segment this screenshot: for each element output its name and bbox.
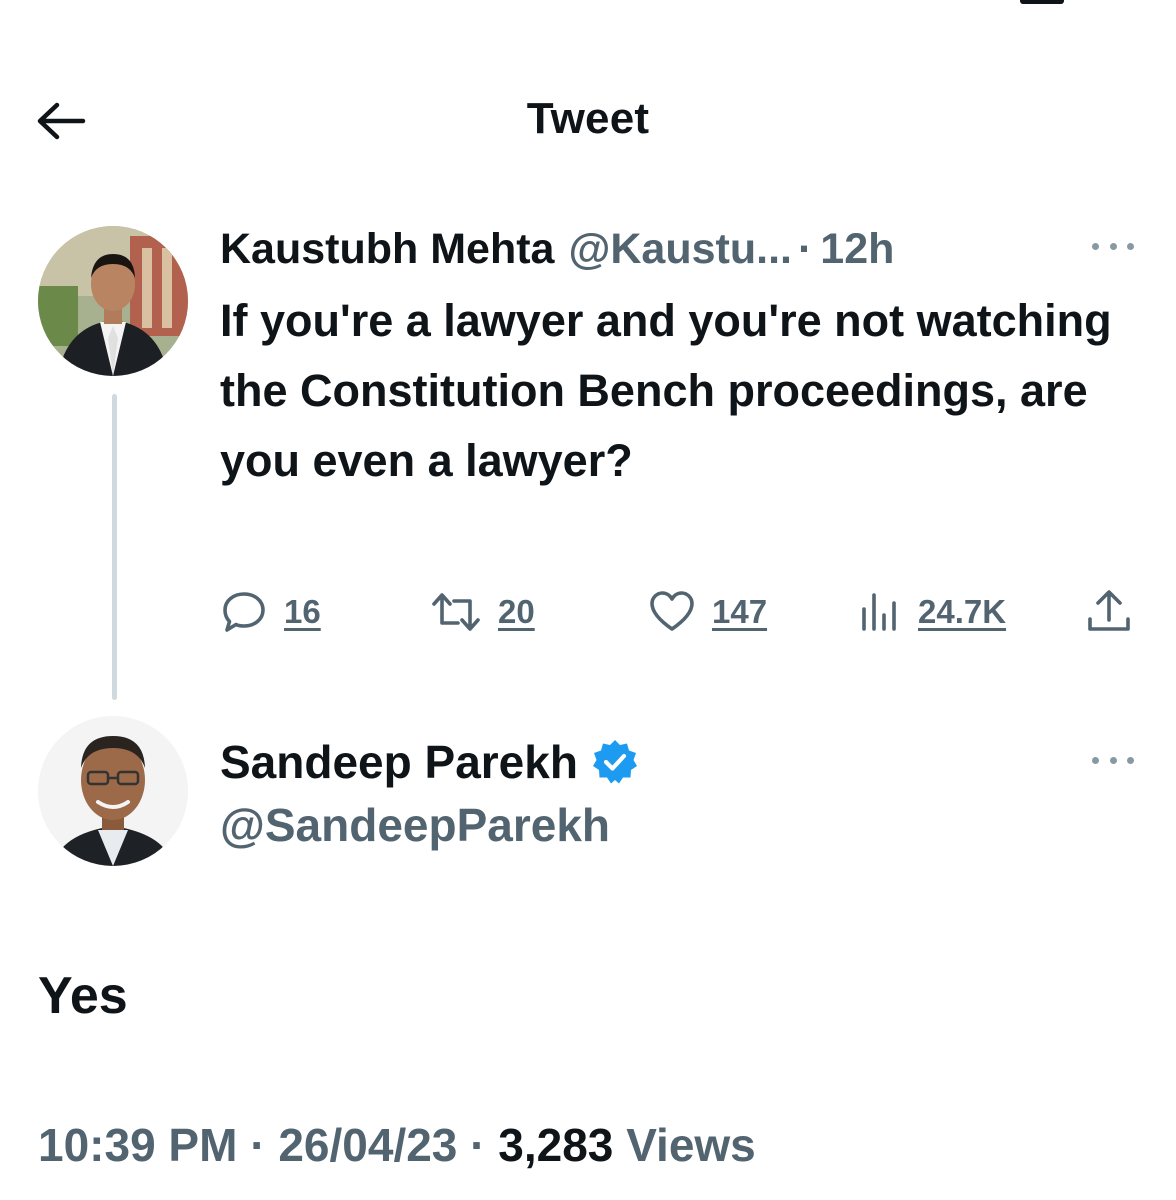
more-options-button[interactable] [1088,750,1138,770]
heart-icon [650,591,694,631]
more-dot-icon [1109,756,1117,764]
views-label: Views [626,1119,756,1171]
page-title: Tweet [526,94,650,143]
separator-dot: · [797,225,813,273]
retweet-icon [432,593,480,631]
like-button[interactable]: 147 [648,586,767,638]
avatar-kaustubh-mehta[interactable] [38,226,188,376]
tweet-timestamp[interactable]: 10:39 PM [38,1119,237,1171]
more-dot-icon [1092,756,1099,764]
profile-photo [38,716,188,866]
share-icon [1088,590,1130,631]
reply-icon [223,592,265,632]
retweet-count[interactable]: 20 [498,593,535,631]
verified-badge-icon [592,740,637,784]
separator-dot: · [470,1119,486,1171]
reply-count[interactable]: 16 [284,593,321,631]
tweet-time[interactable]: 12h [820,222,894,276]
thread-connector-line [112,394,117,700]
status-bar-indicator [1020,0,1064,4]
share-button[interactable] [1084,586,1134,638]
separator-dot: · [250,1119,266,1171]
views-count[interactable]: 3,283 [498,1119,613,1171]
more-dot-icon [1127,242,1134,250]
profile-photo [38,226,188,376]
tweet-detail-screen: Tweet Kaustubh Mehta @Kaustu... · 12h If… [0,0,1176,1200]
more-options-button[interactable] [1088,236,1138,256]
author-name[interactable]: Sandeep Parekh [220,735,578,789]
tweet-date[interactable]: 26/04/23 [278,1119,457,1171]
avatar-sandeep-parekh[interactable] [38,716,188,866]
parent-tweet-header: Kaustubh Mehta @Kaustu... · 12h [220,222,1100,276]
tweet-metadata: 10:39 PM · 26/04/23 · 3,283 Views [38,1118,756,1172]
author-handle[interactable]: @Kaustu... [568,222,792,276]
more-dot-icon [1092,242,1099,250]
like-count[interactable]: 147 [712,593,767,631]
analytics-icon [862,593,896,631]
author-handle[interactable]: @SandeepParekh [220,798,610,852]
more-dot-icon [1109,242,1117,250]
reply-tweet-text: Yes [38,967,128,1025]
retweet-button[interactable]: 20 [430,586,535,638]
reply-author-row: Sandeep Parekh [220,732,640,792]
author-name[interactable]: Kaustubh Mehta [220,222,554,276]
views-button[interactable]: 24.7K [858,586,1006,638]
parent-tweet-text: If you're a lawyer and you're not watchi… [220,295,1112,486]
reply-button[interactable]: 16 [220,586,321,638]
more-dot-icon [1127,756,1134,764]
views-count[interactable]: 24.7K [918,593,1006,631]
